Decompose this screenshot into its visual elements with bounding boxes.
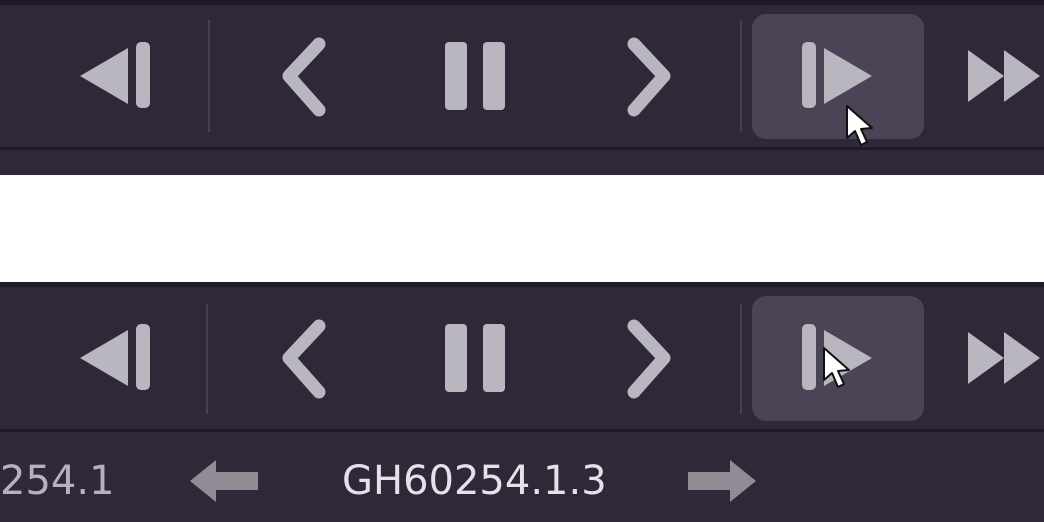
previous-item-button[interactable] <box>186 456 262 506</box>
toolbar-divider <box>740 20 742 132</box>
step-back-icon <box>80 324 150 390</box>
toolbar-divider <box>208 20 210 132</box>
toolbar-divider <box>206 304 208 414</box>
toolbar-bottom-border <box>0 429 1044 432</box>
playback-toolbar-bottom: 254.1 GH60254.1.3 <box>0 282 1044 522</box>
previous-button[interactable] <box>265 282 345 432</box>
chevron-right-icon <box>627 319 671 399</box>
next-button[interactable] <box>610 282 690 432</box>
current-item-label: GH60254.1.3 <box>342 458 607 504</box>
arrow-left-icon <box>190 460 258 502</box>
previous-item-label[interactable]: 254.1 <box>0 461 115 501</box>
step-back-icon <box>80 42 150 108</box>
fast-forward-icon <box>968 332 1040 384</box>
mouse-cursor-icon <box>823 347 850 388</box>
step-forward-icon <box>802 42 872 108</box>
pause-icon <box>445 324 505 392</box>
mouse-cursor-icon <box>846 105 873 146</box>
toolbar-divider <box>740 304 742 414</box>
toolbar-bottom-border <box>0 147 1044 150</box>
fast-forward-button[interactable] <box>960 282 1044 432</box>
next-item-button[interactable] <box>684 456 760 506</box>
pause-icon <box>445 42 505 110</box>
chevron-left-icon <box>282 319 326 399</box>
chevron-left-icon <box>282 37 326 117</box>
arrow-right-icon <box>688 460 756 502</box>
step-back-button[interactable] <box>60 282 170 432</box>
chevron-right-icon <box>627 37 671 117</box>
pause-button[interactable] <box>430 282 530 432</box>
fast-forward-icon <box>968 50 1040 102</box>
playback-toolbar-top <box>0 0 1044 175</box>
